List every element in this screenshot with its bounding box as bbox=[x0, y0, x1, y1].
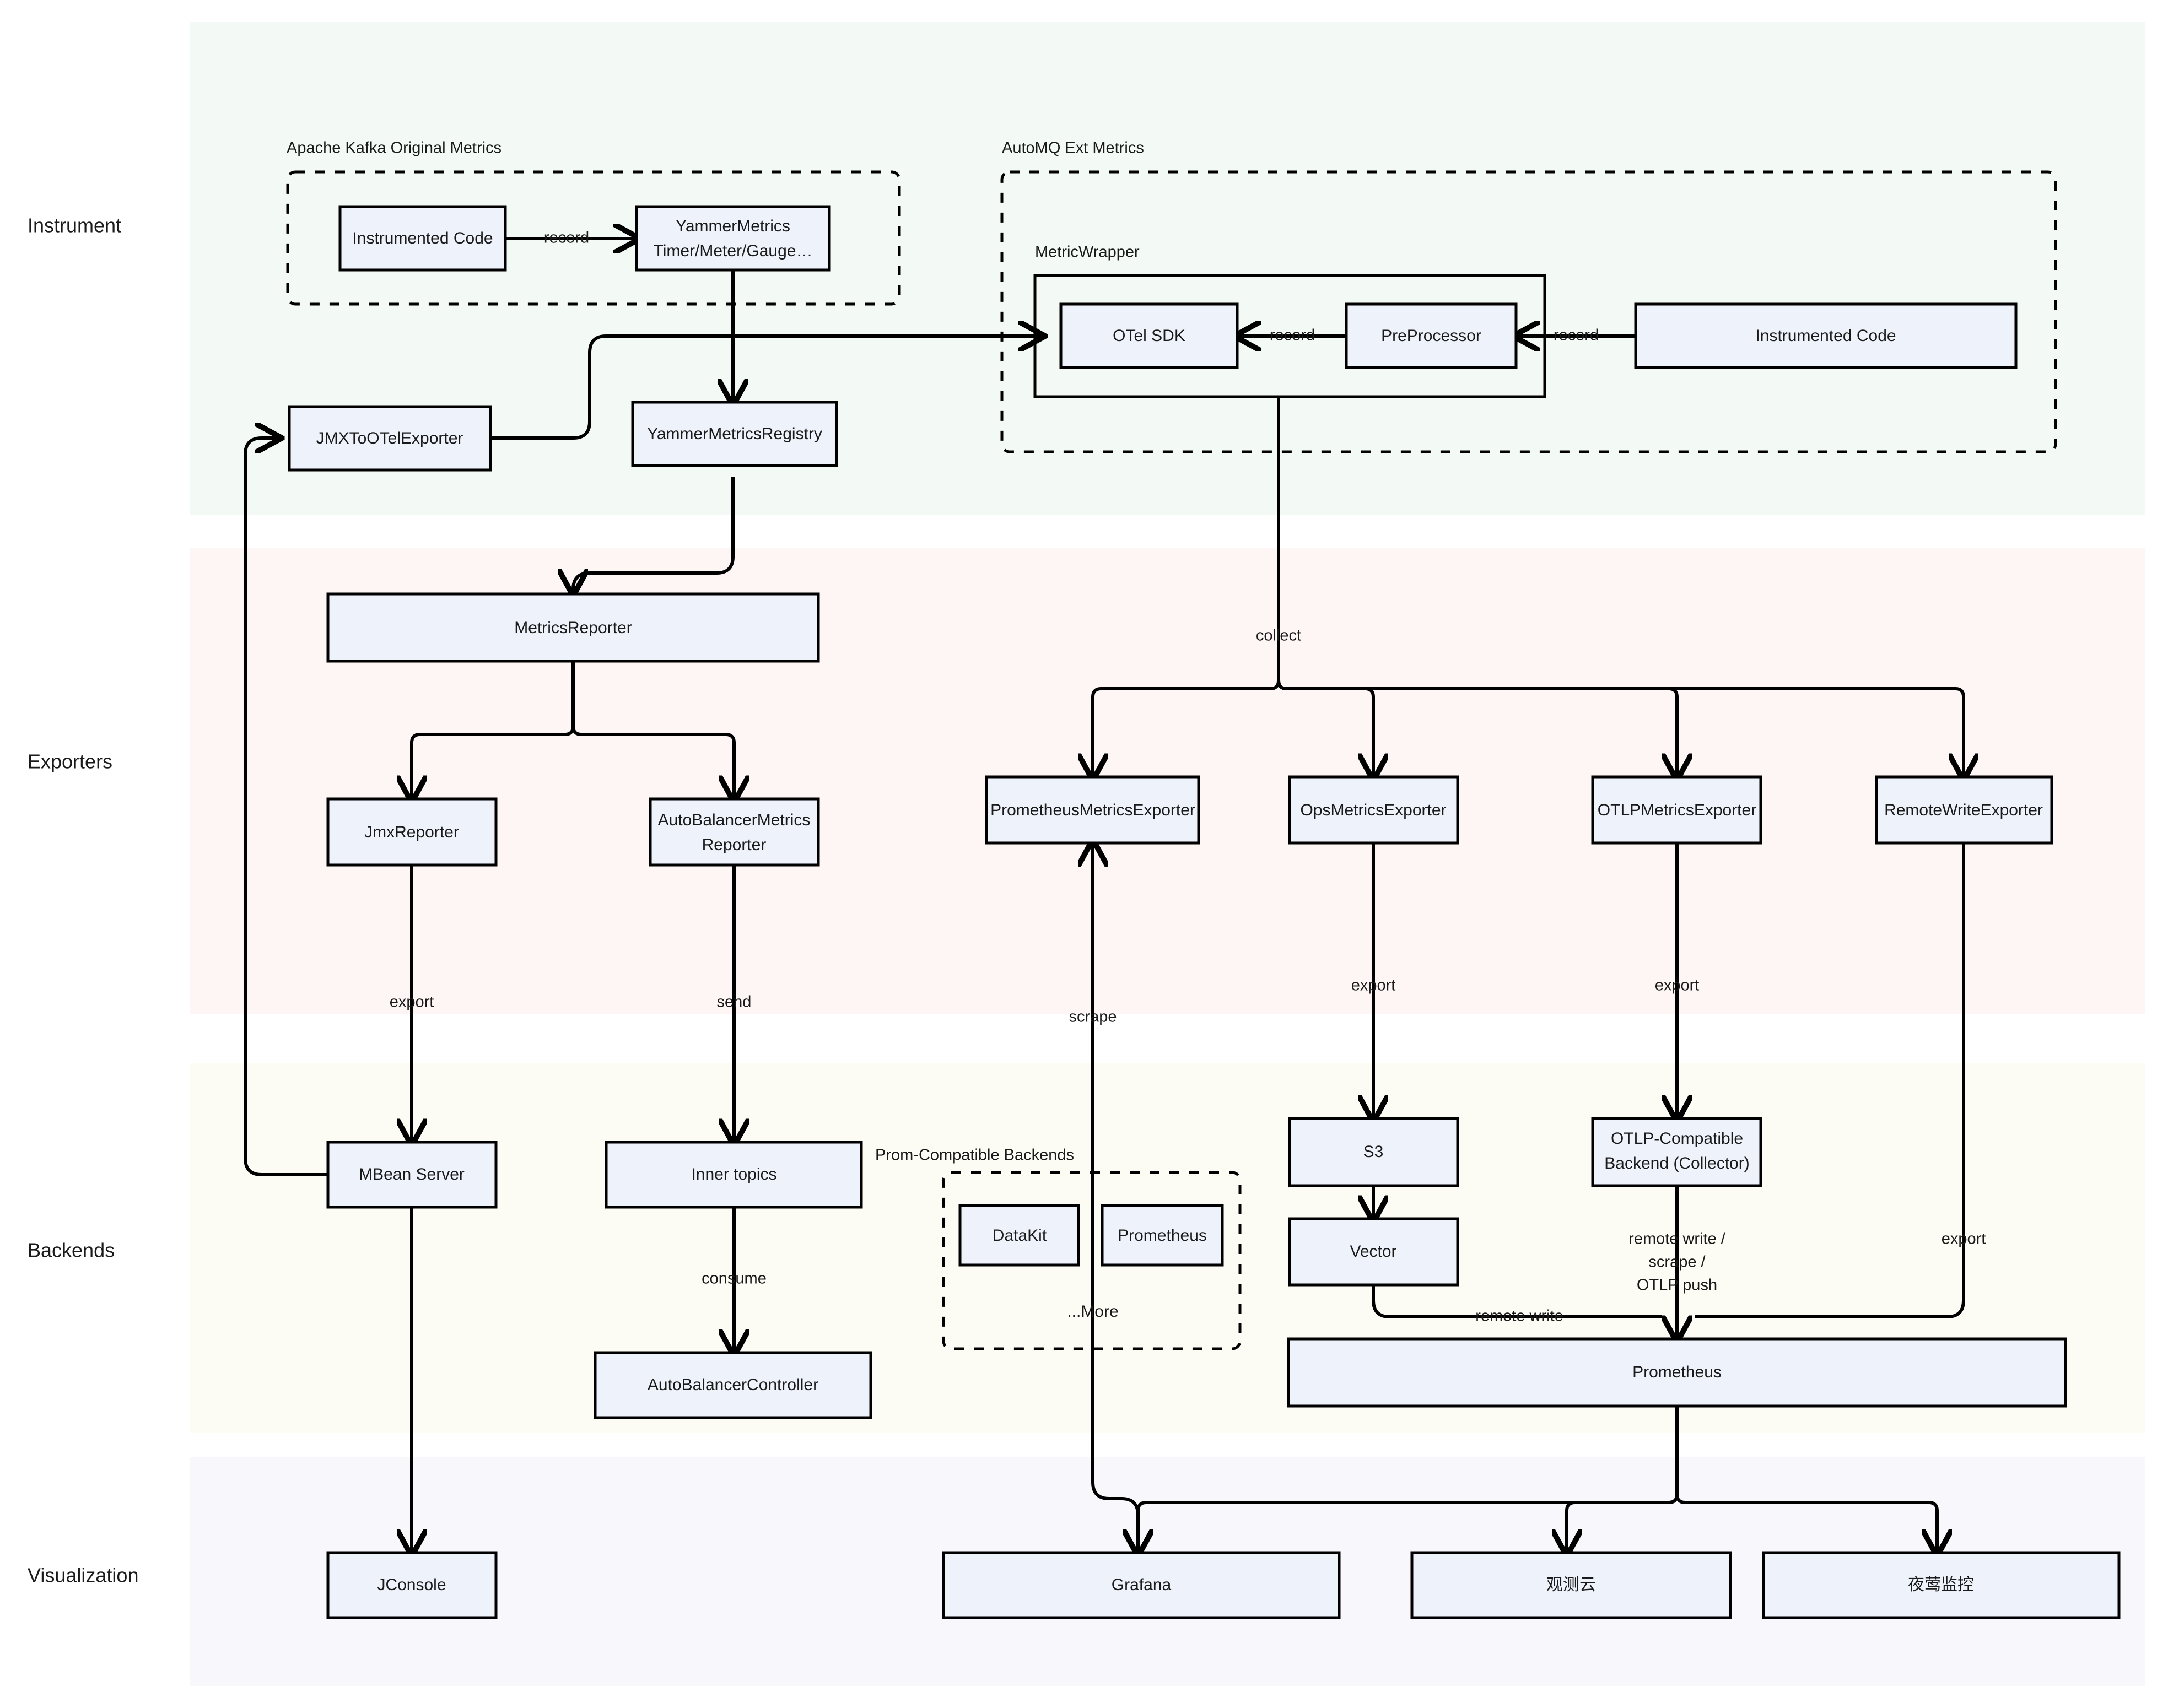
row-label-instrument: Instrument bbox=[28, 214, 121, 237]
edge-label-export-ops: export bbox=[1351, 977, 1396, 994]
node-jmx-to-otel-exporter[interactable]: JMXToOTelExporter bbox=[288, 405, 492, 472]
node-label-inner-topics: Inner topics bbox=[691, 1165, 776, 1183]
node-prometheus[interactable]: Prometheus bbox=[1287, 1337, 2067, 1408]
node-instrumented-code-automq[interactable]: Instrumented Code bbox=[1634, 302, 2018, 369]
edge-label-export-otlp: export bbox=[1655, 977, 1700, 994]
node-label-nightingale: 夜莺监控 bbox=[1908, 1576, 1974, 1594]
node-label-jconsole: JConsole bbox=[377, 1576, 446, 1594]
node-remote-write-exporter[interactable]: RemoteWriteExporter bbox=[1875, 775, 2053, 845]
node-label-abmr-line2: Reporter bbox=[702, 836, 767, 854]
edge-label-export-jmx: export bbox=[390, 993, 434, 1011]
group-label-prom-compatible: Prom-Compatible Backends bbox=[875, 1147, 1074, 1164]
node-otel-sdk[interactable]: OTel SDK bbox=[1059, 302, 1239, 369]
node-label-mbean-server: MBean Server bbox=[359, 1165, 465, 1183]
row-label-backends: Backends bbox=[28, 1239, 115, 1262]
node-label-metrics-reporter: MetricsReporter bbox=[514, 619, 632, 637]
diagram-canvas: Instrument Exporters Backends Visualizat… bbox=[0, 0, 2168, 1708]
edge-label-remote-write-vector: remote write bbox=[1475, 1307, 1563, 1325]
edge-label-send-ab: send bbox=[717, 993, 752, 1011]
node-label-remote-write-exporter: RemoteWriteExporter bbox=[1884, 801, 2043, 819]
node-label-instrumented-code-kafka: Instrumented Code bbox=[352, 229, 493, 247]
node-label-autobalancer-controller: AutoBalancerController bbox=[648, 1376, 818, 1394]
node-label-otel-sdk: OTel SDK bbox=[1113, 327, 1185, 345]
node-inner-topics[interactable]: Inner topics bbox=[605, 1141, 863, 1209]
edge-label-scrape: scrape bbox=[1069, 1008, 1117, 1026]
node-metrics-reporter[interactable]: MetricsReporter bbox=[326, 592, 820, 663]
node-autobalancer-controller[interactable]: AutoBalancerController bbox=[594, 1351, 872, 1419]
edge-label-record-preprocessor-otel: record bbox=[1270, 327, 1315, 344]
node-label-datakit: DataKit bbox=[993, 1226, 1047, 1245]
edge-label-export-remote-write: export bbox=[1942, 1230, 1986, 1248]
group-label-metric-wrapper: MetricWrapper bbox=[1035, 244, 1140, 261]
node-label-more: ...More bbox=[1067, 1302, 1118, 1321]
node-autobalancer-metrics-reporter[interactable]: AutoBalancerMetrics Reporter bbox=[649, 797, 820, 867]
edge-label-record-kafka: record bbox=[544, 229, 589, 247]
node-label-preprocessor: PreProcessor bbox=[1381, 327, 1481, 345]
node-label-jmx-reporter: JmxReporter bbox=[364, 823, 459, 841]
node-label-prometheus: Prometheus bbox=[1632, 1363, 1722, 1381]
edge-label-otlp-1: remote write / bbox=[1628, 1230, 1726, 1248]
node-otlp-compatible-backend[interactable]: OTLP-Compatible Backend (Collector) bbox=[1591, 1117, 1762, 1187]
node-label-yammer-metrics-line1: YammerMetrics bbox=[676, 217, 790, 235]
node-jconsole[interactable]: JConsole bbox=[326, 1551, 498, 1619]
node-label-s3: S3 bbox=[1363, 1143, 1384, 1161]
node-label-vector: Vector bbox=[1350, 1242, 1396, 1261]
node-prometheus-backend[interactable]: Prometheus bbox=[1101, 1204, 1224, 1267]
node-datakit[interactable]: DataKit bbox=[958, 1204, 1080, 1267]
edge-label-consume: consume bbox=[702, 1270, 767, 1288]
node-instrumented-code-kafka[interactable]: Instrumented Code bbox=[338, 205, 507, 272]
node-grafana[interactable]: Grafana bbox=[942, 1551, 1341, 1619]
group-label-automq-ext: AutoMQ Ext Metrics bbox=[1002, 139, 1144, 157]
edge-label-otlp-2: scrape / bbox=[1648, 1253, 1706, 1271]
node-label-yammer-metrics-line2: Timer/Meter/Gauge… bbox=[654, 242, 813, 260]
edge-label-otlp-3: OTLP push bbox=[1637, 1277, 1717, 1294]
node-guance[interactable]: 观测云 bbox=[1410, 1551, 1732, 1619]
architecture-diagram: Instrument Exporters Backends Visualizat… bbox=[28, 22, 2145, 1686]
node-label-abmr-line1: AutoBalancerMetrics bbox=[658, 811, 811, 829]
node-label-ops-metrics-exporter: OpsMetricsExporter bbox=[1300, 801, 1446, 819]
row-label-visualization: Visualization bbox=[28, 1564, 138, 1587]
row-label-exporters: Exporters bbox=[28, 750, 112, 773]
edge-label-collect: collect bbox=[1256, 627, 1301, 645]
node-label-instrumented-code-automq: Instrumented Code bbox=[1755, 327, 1896, 345]
node-label-yammer-metrics-registry: YammerMetricsRegistry bbox=[647, 425, 822, 443]
node-otlp-metrics-exporter[interactable]: OTLPMetricsExporter bbox=[1591, 775, 1762, 845]
node-vector[interactable]: Vector bbox=[1288, 1217, 1459, 1287]
node-label-otlp-backend-line1: OTLP-Compatible bbox=[1611, 1129, 1743, 1148]
node-mbean-server[interactable]: MBean Server bbox=[326, 1141, 498, 1209]
group-label-kafka-original: Apache Kafka Original Metrics bbox=[287, 139, 501, 157]
node-label-grafana: Grafana bbox=[1112, 1576, 1172, 1594]
node-label-otlp-backend-line2: Backend (Collector) bbox=[1604, 1154, 1749, 1172]
node-label-prometheus-backend: Prometheus bbox=[1118, 1226, 1207, 1245]
node-label-guance: 观测云 bbox=[1546, 1576, 1596, 1594]
node-yammer-metrics-registry[interactable]: YammerMetricsRegistry bbox=[631, 401, 838, 467]
node-label-jmx-to-otel-exporter: JMXToOTelExporter bbox=[316, 429, 463, 447]
node-label-prometheus-metrics-exporter: PrometheusMetricsExporter bbox=[990, 801, 1195, 819]
node-label-otlp-metrics-exporter: OTLPMetricsExporter bbox=[1598, 801, 1756, 819]
node-jmx-reporter[interactable]: JmxReporter bbox=[326, 797, 498, 867]
node-prometheus-metrics-exporter[interactable]: PrometheusMetricsExporter bbox=[985, 775, 1200, 845]
edge-label-record-code-preprocessor: record bbox=[1554, 327, 1599, 344]
node-preprocessor[interactable]: PreProcessor bbox=[1345, 302, 1518, 369]
node-ops-metrics-exporter[interactable]: OpsMetricsExporter bbox=[1288, 775, 1459, 845]
node-nightingale[interactable]: 夜莺监控 bbox=[1762, 1551, 2121, 1619]
node-yammer-metrics[interactable]: YammerMetrics Timer/Meter/Gauge… bbox=[635, 205, 831, 272]
node-s3[interactable]: S3 bbox=[1288, 1117, 1459, 1187]
